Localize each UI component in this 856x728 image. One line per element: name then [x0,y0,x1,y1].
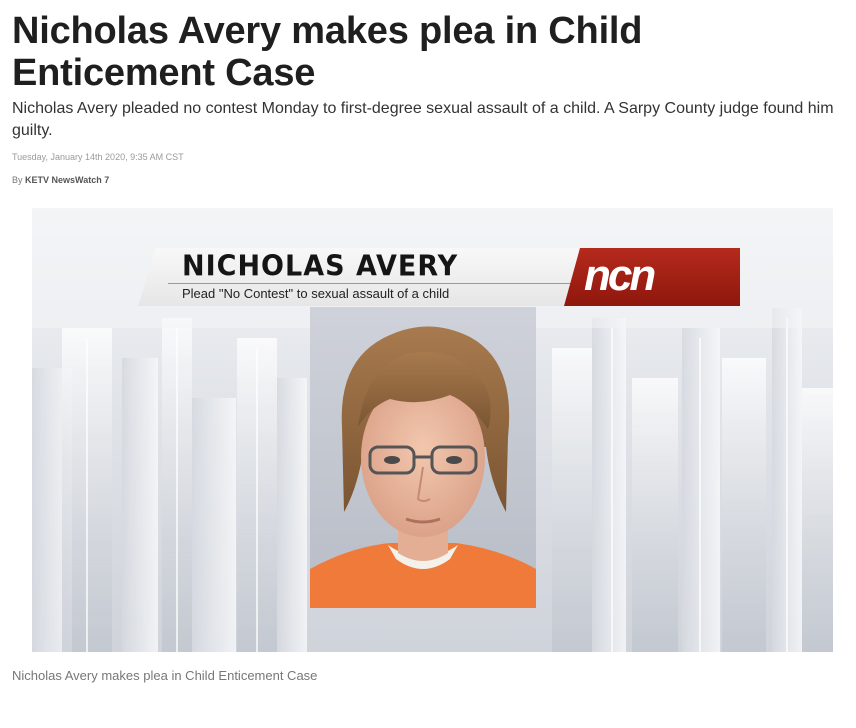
banner-name-panel: NICHOLAS AVERY Plead "No Contest" to sex… [138,248,578,306]
banner-divider [168,283,576,284]
image-caption: Nicholas Avery makes plea in Child Entic… [12,668,318,683]
article-byline: By KETV NewsWatch 7 [12,175,109,185]
article-headline: Nicholas Avery makes plea in Child Entic… [12,10,643,94]
news-lower-third-banner: NICHOLAS AVERY Plead "No Contest" to sex… [138,248,740,306]
station-logo-panel: ncn [564,248,740,306]
article-summary: Nicholas Avery pleaded no contest Monday… [12,100,834,139]
article-image[interactable]: NICHOLAS AVERY Plead "No Contest" to sex… [32,208,833,652]
article-date: Tuesday, January 14th 2020, 9:35 AM CST [12,152,184,162]
banner-subtitle: Plead "No Contest" to sexual assault of … [182,286,450,301]
ncn-logo: ncn [584,251,656,300]
byline-author: KETV NewsWatch 7 [25,175,110,185]
byline-prefix: By [12,175,23,185]
banner-name: NICHOLAS AVERY [182,250,459,283]
person-mugshot-photo [310,307,536,608]
